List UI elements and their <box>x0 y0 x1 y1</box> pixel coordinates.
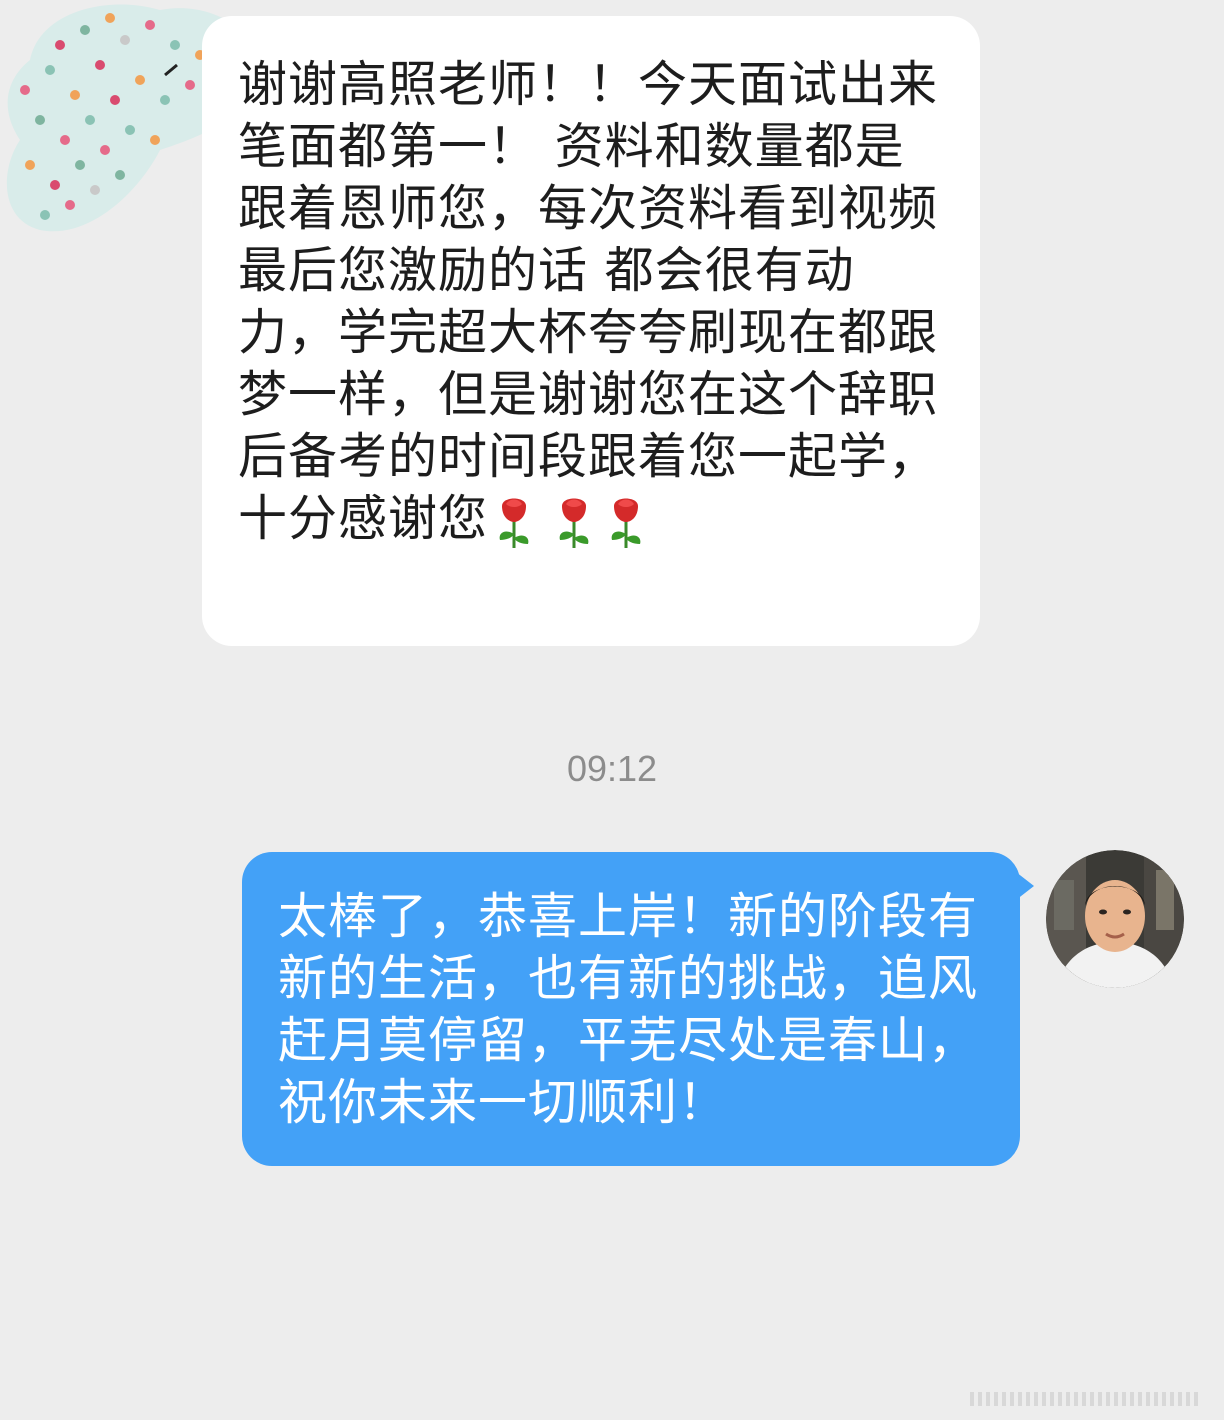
user-avatar[interactable] <box>1046 850 1184 988</box>
outgoing-message-text: 太棒了，恭喜上岸！新的阶段有新的生活，也有新的挑战，追风赶月莫停留，平芜尽处是春… <box>278 888 979 1131</box>
rose-emoji <box>611 498 641 548</box>
incoming-message-text: 谢谢高照老师！！今天面试出来 笔面都第一！ 资料和数量都是跟着恩师您，每次资料看… <box>238 54 946 550</box>
bubble-tail <box>1016 872 1034 900</box>
rose-emoji <box>559 498 589 548</box>
rose-emoji <box>499 498 529 548</box>
message-timestamp: 09:12 <box>566 748 658 789</box>
incoming-message-bubble[interactable]: 谢谢高照老师！！今天面试出来 笔面都第一！ 资料和数量都是跟着恩师您，每次资料看… <box>202 16 980 646</box>
outgoing-message-bubble[interactable]: 太棒了，恭喜上岸！新的阶段有新的生活，也有新的挑战，追风赶月莫停留，平芜尽处是春… <box>242 852 1034 1166</box>
watermark-graphic <box>970 1392 1198 1406</box>
